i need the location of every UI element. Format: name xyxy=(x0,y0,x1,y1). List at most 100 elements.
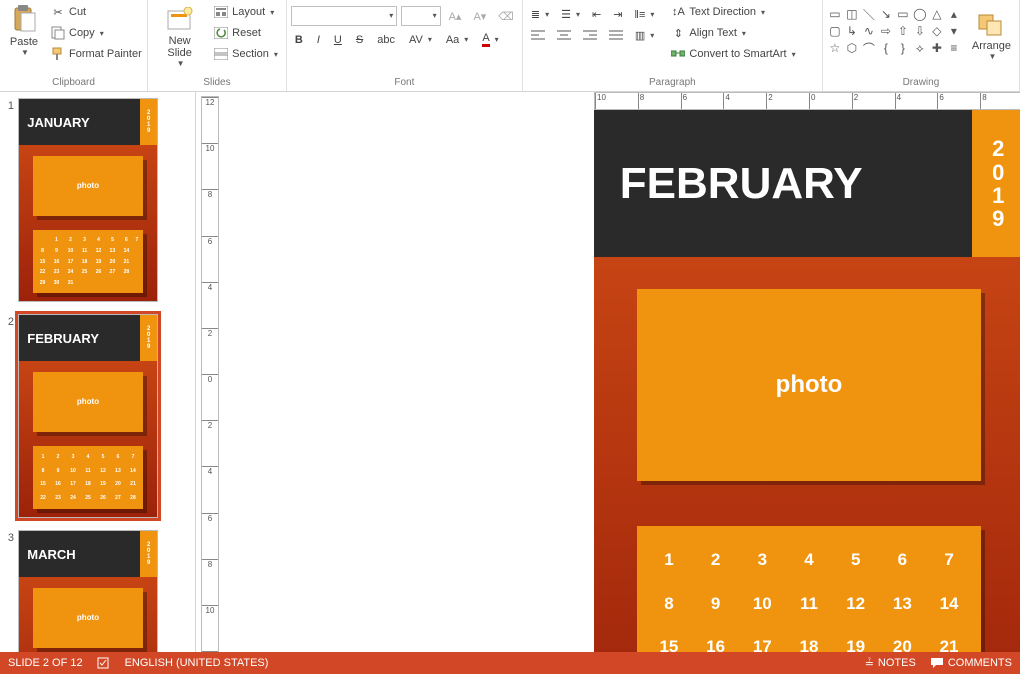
slide-thumbnails-panel[interactable]: 1JANUARY2019photo12345678910111213141516… xyxy=(0,92,196,652)
change-case-button[interactable]: Aa▾ xyxy=(442,32,472,48)
strike-button[interactable]: S xyxy=(352,32,367,48)
paste-button[interactable]: Paste ▼ xyxy=(4,2,44,59)
bullets-button[interactable]: ≣▾ xyxy=(527,6,553,23)
text-shadow-button[interactable]: abc xyxy=(373,32,399,48)
smartart-icon xyxy=(670,46,686,62)
shape-curve-icon: ∿ xyxy=(861,23,877,39)
align-right-button[interactable] xyxy=(579,28,601,44)
reset-icon xyxy=(213,25,229,41)
status-bar: SLIDE 2 OF 12 ENGLISH (UNITED STATES) ≟ … xyxy=(0,652,1020,674)
line-spacing-button[interactable]: ‖≡▾ xyxy=(630,7,658,23)
workspace: 1JANUARY2019photo12345678910111213141516… xyxy=(0,92,1020,652)
convert-smartart-button[interactable]: Convert to SmartArt▾ xyxy=(666,44,799,64)
spellcheck-icon xyxy=(97,656,111,670)
thumbnail-slide[interactable]: 2FEBRUARY2019photo1234567891011121314151… xyxy=(0,308,195,524)
section-button[interactable]: Section▾ xyxy=(209,44,282,64)
numbering-button[interactable]: ☰▾ xyxy=(557,6,584,23)
italic-button[interactable]: I xyxy=(313,32,324,48)
format-painter-button[interactable]: Format Painter xyxy=(46,44,146,64)
layout-icon xyxy=(213,4,229,20)
ribbon-group-clipboard: Paste ▼ ✂ Cut Copy ▾ xyxy=(0,0,148,91)
comments-icon xyxy=(930,657,944,669)
decrease-indent-button[interactable]: ⇤ xyxy=(588,6,605,23)
slide-canvas[interactable]: 1086420246810 FEBRUARY 2019 photo 123456… xyxy=(224,92,1020,652)
underline-button[interactable]: U xyxy=(330,32,346,48)
clear-format-button[interactable]: ⌫ xyxy=(494,8,518,25)
group-label-drawing: Drawing xyxy=(827,75,1015,91)
chevron-down-icon: ▼ xyxy=(21,48,29,57)
shape-plus-icon: ✚ xyxy=(929,40,945,56)
eraser-icon: ⌫ xyxy=(498,10,514,23)
shrink-font-icon: A▾ xyxy=(473,10,486,23)
shape-roundrect-icon: ▢ xyxy=(827,23,843,39)
comments-button[interactable]: COMMENTS xyxy=(930,657,1012,669)
slide-calendar-grid[interactable]: 1234567891011121314151617181920212223242… xyxy=(637,526,981,652)
thumbnail-number: 3 xyxy=(2,530,14,652)
thumbnail-preview[interactable]: FEBRUARY2019photo12345678910111213141516… xyxy=(18,314,158,518)
bold-button[interactable]: B xyxy=(291,32,307,48)
paintbrush-icon xyxy=(50,46,66,62)
copy-button[interactable]: Copy ▾ xyxy=(46,23,146,43)
language-indicator[interactable]: ENGLISH (UNITED STATES) xyxy=(125,657,269,669)
cut-button[interactable]: ✂ Cut xyxy=(46,2,146,22)
arrange-button[interactable]: Arrange ▼ xyxy=(968,6,1015,63)
align-left-button[interactable] xyxy=(527,28,549,44)
justify-button[interactable] xyxy=(605,28,627,44)
shape-picture-icon: ◫ xyxy=(844,6,860,22)
notes-button[interactable]: ≟ NOTES xyxy=(865,657,916,670)
vertical-ruler: 12108642024681012 xyxy=(196,92,224,652)
shape-rect-icon: ▭ xyxy=(895,6,911,22)
font-family-combo[interactable]: ▾ xyxy=(291,6,397,26)
shape-more-down-icon: ▾ xyxy=(946,23,962,39)
shape-hex-icon: ⬡ xyxy=(844,40,860,56)
shape-gallery-expand-icon: ≡ xyxy=(946,40,962,56)
font-size-combo[interactable]: ▾ xyxy=(401,6,440,26)
thumbnail-preview[interactable]: JANUARY2019photo123456789101112131415161… xyxy=(18,98,158,302)
shape-arrow-icon: ↘ xyxy=(878,6,894,22)
shape-more-up-icon: ▴ xyxy=(946,6,962,22)
font-color-icon: A xyxy=(482,32,489,47)
layout-button[interactable]: Layout▾ xyxy=(209,2,282,22)
grow-font-icon: A▴ xyxy=(449,10,462,23)
shape-line-icon: ＼ xyxy=(861,6,877,22)
ribbon-group-paragraph: ≣▾ ☰▾ ⇤ ⇥ ‖≡▾ ▥▾ ↕A Text Direction▾ xyxy=(523,0,823,91)
ribbon-group-slides: New Slide ▼ Layout▾ Reset xyxy=(148,0,287,91)
slide-photo-placeholder[interactable]: photo xyxy=(637,289,981,481)
font-color-button[interactable]: A▾ xyxy=(478,30,502,49)
shape-lconn-icon: ↳ xyxy=(844,23,860,39)
group-label-clipboard: Clipboard xyxy=(4,75,143,91)
thumbnail-number: 2 xyxy=(2,314,14,518)
main-slide[interactable]: FEBRUARY 2019 photo 12345678910111213141… xyxy=(594,110,1020,652)
columns-button[interactable]: ▥▾ xyxy=(631,27,658,44)
reset-button[interactable]: Reset xyxy=(209,23,282,43)
shape-textbox-icon: ▭ xyxy=(827,6,843,22)
thumbnail-slide[interactable]: 1JANUARY2019photo12345678910111213141516… xyxy=(0,92,195,308)
slide-year-badge[interactable]: 2019 xyxy=(972,110,1020,257)
shape-star-icon: ☆ xyxy=(827,40,843,56)
scissors-icon: ✂ xyxy=(50,4,66,20)
paste-label: Paste xyxy=(10,36,38,48)
text-direction-button[interactable]: ↕A Text Direction▾ xyxy=(666,2,799,22)
shape-callout-icon: ⟡ xyxy=(912,40,928,56)
copy-icon xyxy=(50,25,66,41)
ribbon-group-font: ▾ ▾ A▴ A▾ ⌫ B I U S abc AV▾ Aa▾ A▾ Font xyxy=(287,0,523,91)
spellcheck-button[interactable] xyxy=(97,656,111,670)
char-spacing-button[interactable]: AV▾ xyxy=(405,32,436,48)
shape-oval-icon: ◯ xyxy=(912,6,928,22)
arrange-icon xyxy=(975,8,1007,40)
new-slide-button[interactable]: New Slide ▼ xyxy=(152,2,207,70)
slide-month-title[interactable]: FEBRUARY 2019 xyxy=(594,110,1020,257)
increase-indent-button[interactable]: ⇥ xyxy=(609,6,626,23)
align-text-button[interactable]: ⇕ Align Text▾ xyxy=(666,23,799,43)
shape-uarrow-icon: ⇧ xyxy=(895,23,911,39)
thumbnail-preview[interactable]: MARCH2019photo xyxy=(18,530,158,652)
chevron-down-icon: ▾ xyxy=(274,50,278,59)
text-direction-icon: ↕A xyxy=(670,4,686,20)
shrink-font-button[interactable]: A▾ xyxy=(469,8,490,25)
grow-font-button[interactable]: A▴ xyxy=(445,8,466,25)
shapes-gallery[interactable]: ▭ ◫ ＼ ↘ ▭ ◯ △ ▴ ▢ ↳ ∿ ⇨ ⇧ ⇩ ◇ ▾ ☆ ⬡ ⌒ { xyxy=(827,6,962,56)
notes-icon: ≟ xyxy=(865,657,874,670)
slide-counter[interactable]: SLIDE 2 OF 12 xyxy=(8,657,83,669)
thumbnail-slide[interactable]: 3MARCH2019photo xyxy=(0,524,195,652)
align-center-button[interactable] xyxy=(553,28,575,44)
